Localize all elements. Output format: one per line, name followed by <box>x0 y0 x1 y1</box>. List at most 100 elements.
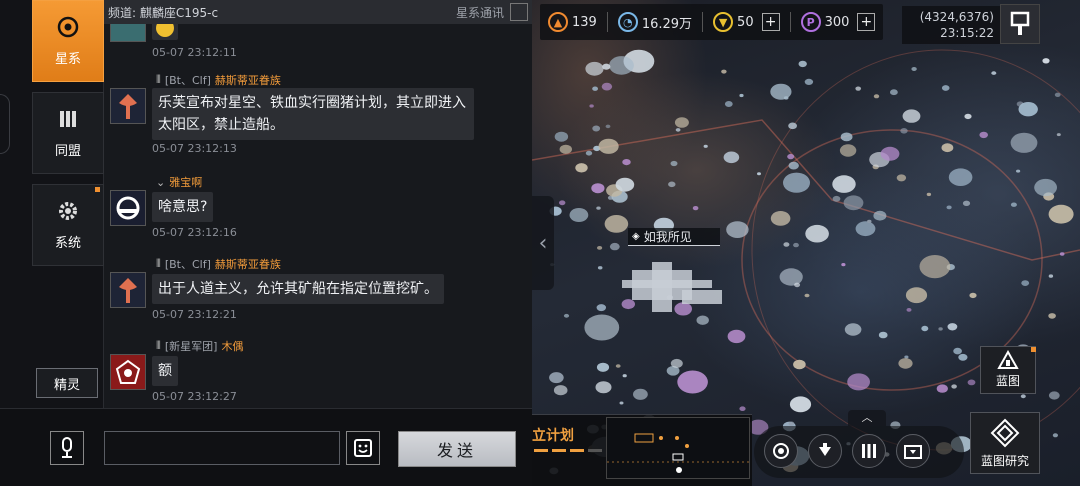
chat-input-bar: 发送 <box>0 408 532 486</box>
blueprint-label: 蓝图 <box>995 374 1020 388</box>
tab-galaxy[interactable]: 星系 <box>32 0 104 82</box>
resource-crystal: P 300 + <box>800 12 876 32</box>
avatar[interactable] <box>110 272 146 308</box>
asteroid <box>896 174 907 182</box>
research-icon <box>990 418 1020 448</box>
emoji-icon <box>354 439 372 457</box>
asteroid <box>855 86 861 91</box>
asteroid <box>880 146 900 161</box>
asteroid <box>674 302 692 316</box>
asteroid <box>605 124 611 129</box>
asteroid <box>575 163 588 173</box>
asteroid <box>592 86 598 91</box>
asteroid <box>979 131 988 139</box>
plan-progress <box>534 449 602 452</box>
asteroid <box>585 150 593 156</box>
tab-system[interactable]: 系统 <box>32 184 104 266</box>
inbox-button[interactable] <box>896 434 930 468</box>
channel-toggle-button[interactable] <box>510 3 528 21</box>
blueprint-research-button[interactable]: 蓝图研究 <box>970 412 1040 474</box>
folder-icon <box>904 445 922 459</box>
crystal-value: 300 <box>824 14 850 30</box>
voice-button[interactable] <box>50 431 84 465</box>
avatar[interactable] <box>110 88 146 124</box>
asteroid <box>900 128 908 134</box>
metal-value: 16.29万 <box>641 16 693 32</box>
galaxy-view-button[interactable] <box>764 434 798 468</box>
blueprint-research-label: 蓝图研究 <box>980 454 1029 468</box>
add-crystal-button[interactable]: + <box>857 13 876 31</box>
ship-label[interactable]: ◈ 如我所见 <box>628 228 720 246</box>
avatar[interactable] <box>110 190 146 226</box>
alliance-shortcut-button[interactable] <box>852 434 886 468</box>
asteroid <box>724 101 733 107</box>
asteroid <box>873 210 887 221</box>
asteroid <box>584 314 620 341</box>
download-button[interactable] <box>808 434 842 468</box>
asteroid <box>589 104 594 108</box>
asteroid <box>770 83 792 100</box>
player-ship[interactable] <box>622 262 722 312</box>
asteroid <box>609 56 634 75</box>
sprite-button[interactable]: 精灵 <box>36 368 98 398</box>
asteroid <box>962 200 971 206</box>
asteroid <box>804 78 814 85</box>
channel-header: 频道: 麒麟座C195-c 星系通讯 <box>104 0 532 24</box>
asteroid <box>843 195 864 211</box>
asteroid <box>840 132 853 142</box>
asteroid <box>890 89 898 96</box>
asteroid <box>844 323 862 336</box>
avatar[interactable] <box>110 354 146 390</box>
asteroid <box>904 355 909 359</box>
asteroid <box>805 224 829 243</box>
add-gold-button[interactable]: + <box>761 13 780 31</box>
message-list[interactable]: 05-07 23:12:11 ⦀ [Bt、Clf] 赫斯蒂亚眷族 乐芙宣布对星空… <box>104 24 532 406</box>
asteroid <box>964 113 972 120</box>
tab-alliance[interactable]: 同盟 <box>32 92 104 174</box>
asteroid <box>788 161 799 170</box>
sender-name: 木偶 <box>221 340 244 353</box>
minimap[interactable] <box>606 417 751 479</box>
asteroid <box>938 327 943 331</box>
asteroid <box>793 359 806 370</box>
asteroid <box>615 364 621 368</box>
alliance-icon <box>862 444 876 458</box>
gold-icon: ▼ <box>713 12 734 32</box>
collapse-chat-handle[interactable]: ‹ <box>532 196 554 290</box>
asteroid <box>670 160 678 167</box>
smiley-sticker-icon <box>156 24 174 37</box>
asteroid <box>674 117 689 128</box>
plan-panel[interactable]: 立计划 <box>532 414 752 486</box>
asteroid <box>1016 169 1021 173</box>
gold-value: 50 <box>737 14 754 30</box>
asteroid <box>1021 280 1030 286</box>
tab-galaxy-label: 星系 <box>54 51 81 67</box>
message-bubble: 啥意思? <box>152 192 214 222</box>
sender-tag: [新星军团] <box>164 340 218 353</box>
asteroid <box>941 85 950 91</box>
chat-panel: 星系 同盟 系统 精灵 频道: 麒麟座C195-c 星系通讯 05-07 23:… <box>0 0 532 486</box>
resource-metal: ◔ 16.29万 <box>617 12 693 32</box>
asteroid <box>991 71 997 75</box>
message-input[interactable] <box>104 431 340 465</box>
crystal-icon: P <box>800 12 821 32</box>
blueprint-button[interactable]: 蓝图 <box>980 346 1036 394</box>
asteroid <box>804 293 810 298</box>
resource-fuel: ▲ 139 <box>548 12 597 32</box>
asteroid <box>549 372 564 384</box>
asteroid <box>794 282 801 288</box>
asteroid <box>668 181 676 188</box>
send-button[interactable]: 发送 <box>398 431 516 467</box>
emoji-button[interactable] <box>346 431 380 465</box>
asteroid <box>947 323 958 331</box>
message-sender: ⌄ 雅宝啊 <box>156 174 202 190</box>
asteroid <box>739 93 744 98</box>
expand-hud-button[interactable]: ︿ <box>848 410 886 426</box>
spiral-icon <box>773 443 789 459</box>
asteroid <box>867 219 872 223</box>
chat-sidebar: 星系 同盟 系统 精灵 <box>0 0 104 408</box>
map-toggle-button[interactable] <box>1000 4 1040 44</box>
asteroid <box>621 299 635 310</box>
coords-value: (4324,6376) <box>919 10 994 24</box>
asteroid <box>911 67 917 71</box>
